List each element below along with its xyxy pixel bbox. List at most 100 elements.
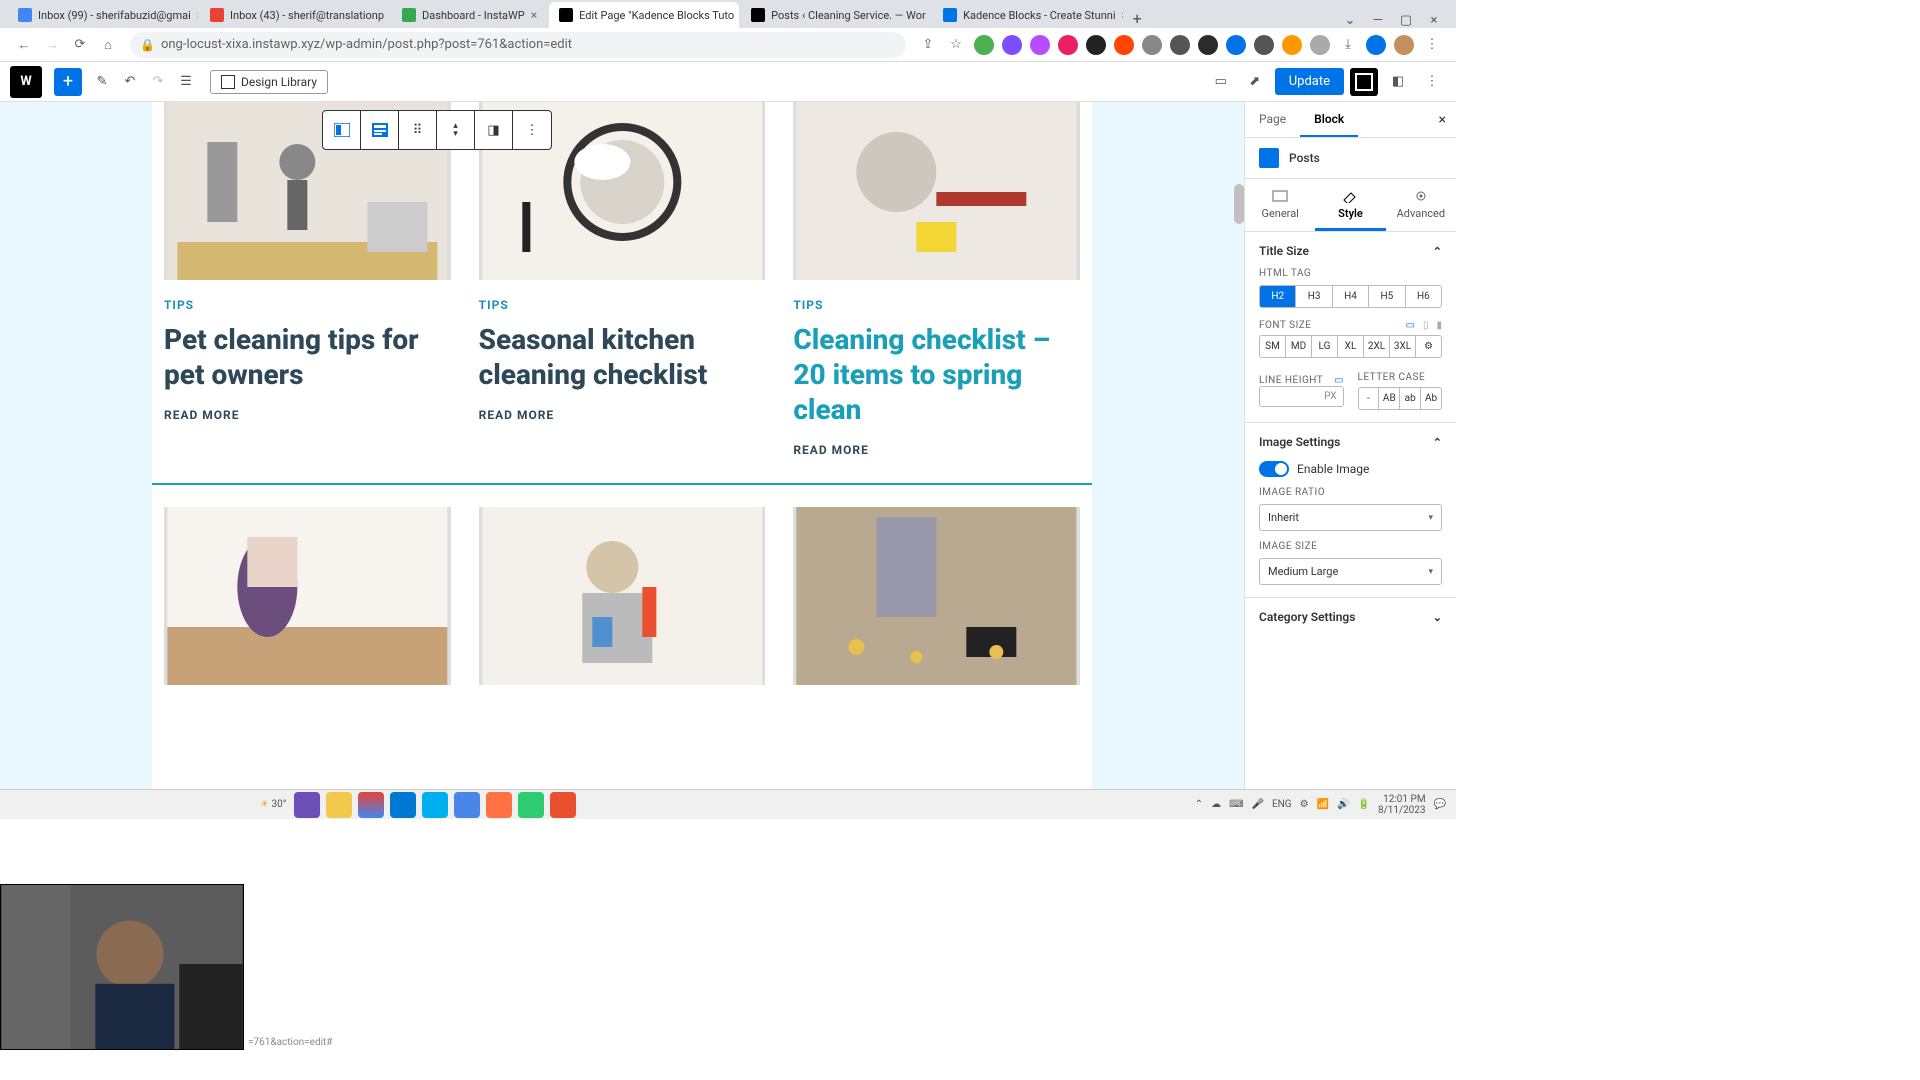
extension-icon[interactable] — [1114, 35, 1134, 55]
kadence-icon[interactable]: ◧ — [1384, 68, 1412, 96]
desktop-icon[interactable]: ▭ — [1334, 375, 1343, 386]
share-icon[interactable]: ⇪ — [918, 35, 938, 55]
read-more-link[interactable]: READ MORE — [479, 408, 766, 422]
extension-icon[interactable] — [1002, 35, 1022, 55]
move-handle-icon[interactable]: ⠿ — [399, 111, 437, 149]
html-tag-option[interactable]: H4 — [1333, 286, 1369, 307]
puzzle-icon[interactable] — [1310, 35, 1330, 55]
download-icon[interactable]: ⤓ — [1338, 35, 1358, 55]
close-icon[interactable]: × — [1122, 8, 1124, 22]
close-sidebar-icon[interactable]: × — [1429, 102, 1456, 137]
language-indicator[interactable]: ENG — [1272, 799, 1292, 810]
kebab-icon[interactable]: ⋮ — [1422, 35, 1442, 55]
extension-icon[interactable] — [1366, 35, 1386, 55]
font-size-option[interactable]: LG — [1312, 336, 1338, 357]
desktop-icon[interactable]: ▭ — [1406, 320, 1415, 331]
app-icon[interactable] — [550, 792, 576, 818]
html-tag-option[interactable]: H6 — [1406, 286, 1441, 307]
wifi-icon[interactable]: 📶 — [1317, 799, 1329, 810]
browser-tab[interactable]: Edit Page "Kadence Blocks Tuto× — [549, 2, 739, 28]
avatar[interactable] — [1394, 35, 1414, 55]
enable-image-toggle[interactable] — [1259, 461, 1289, 477]
read-more-link[interactable]: READ MORE — [164, 408, 451, 422]
add-block-button[interactable]: + — [54, 68, 82, 96]
post-category[interactable]: TIPS — [793, 298, 1080, 312]
letter-case-option[interactable]: AB — [1379, 388, 1400, 409]
post-card[interactable] — [164, 507, 451, 685]
scrollbar-thumb[interactable] — [1234, 184, 1244, 224]
close-window-icon[interactable]: × — [1420, 13, 1448, 28]
post-card[interactable]: TIPS Seasonal kitchen cleaning checklist… — [479, 102, 766, 457]
letter-case-option[interactable]: Ab — [1421, 388, 1441, 409]
weather-widget[interactable]: ☀ 30° — [260, 799, 286, 810]
close-icon[interactable]: × — [197, 8, 198, 22]
tray-icon[interactable]: 🎤 — [1252, 799, 1264, 810]
post-card[interactable]: TIPS Pet cleaning tips for pet owners RE… — [164, 102, 451, 457]
extension-icon[interactable] — [1198, 35, 1218, 55]
move-up-down-icon[interactable]: ▴▾ — [437, 111, 475, 149]
font-size-option[interactable]: MD — [1286, 336, 1312, 357]
extension-icon[interactable] — [974, 35, 994, 55]
custom-size-icon[interactable]: ⚙ — [1416, 336, 1441, 357]
tab-page[interactable]: Page — [1245, 102, 1300, 137]
more-options-icon[interactable]: ⋮ — [513, 111, 551, 149]
post-card[interactable]: TIPS Cleaning checklist – 20 items to sp… — [793, 102, 1080, 457]
tools-icon[interactable]: ✎ — [88, 68, 116, 96]
app-icon[interactable] — [518, 792, 544, 818]
clock[interactable]: 12:01 PM 8/11/2023 — [1378, 794, 1426, 816]
block-type-icon[interactable] — [361, 111, 399, 149]
browser-tab[interactable]: Inbox (99) - sherifabuzid@gmai× — [8, 2, 198, 28]
extension-icon[interactable] — [1086, 35, 1106, 55]
align-icon[interactable]: ◨ — [475, 111, 513, 149]
html-tag-option[interactable]: H2 — [1260, 286, 1296, 307]
back-icon[interactable]: ← — [14, 35, 34, 55]
browser-tab[interactable]: Dashboard - InstaWP× — [392, 2, 547, 28]
line-height-input[interactable]: PX — [1259, 386, 1344, 407]
url-field[interactable]: 🔒 ong-locust-xixa.instawp.xyz/wp-admin/p… — [130, 32, 906, 58]
app-icon[interactable] — [486, 792, 512, 818]
new-tab-button[interactable]: + — [1125, 9, 1149, 28]
preview-icon[interactable]: ⬈ — [1241, 68, 1269, 96]
browser-tab[interactable]: Inbox (43) - sherif@translationp× — [200, 2, 390, 28]
app-icon[interactable] — [390, 792, 416, 818]
post-title[interactable]: Seasonal kitchen cleaning checklist — [479, 322, 766, 392]
font-size-option[interactable]: SM — [1260, 336, 1286, 357]
tray-chevron-icon[interactable]: ⌃ — [1195, 799, 1203, 810]
star-icon[interactable]: ☆ — [946, 35, 966, 55]
tray-icon[interactable]: ☁ — [1211, 799, 1221, 810]
panel-header[interactable]: Image Settings⌃ — [1259, 435, 1442, 449]
font-size-option[interactable]: 2XL — [1364, 336, 1390, 357]
tab-block[interactable]: Block — [1300, 102, 1358, 137]
wordpress-logo[interactable]: W — [10, 66, 42, 98]
subtab-style[interactable]: Style — [1315, 179, 1385, 231]
post-card[interactable] — [479, 507, 766, 685]
subtab-advanced[interactable]: Advanced — [1386, 179, 1456, 231]
html-tag-option[interactable]: H3 — [1296, 286, 1332, 307]
tablet-icon[interactable]: ▯ — [1423, 320, 1429, 331]
extension-icon[interactable] — [1170, 35, 1190, 55]
options-icon[interactable]: ⋮ — [1418, 68, 1446, 96]
post-category[interactable]: TIPS — [164, 298, 451, 312]
settings-sidebar-icon[interactable] — [1350, 68, 1378, 96]
subtab-general[interactable]: General — [1245, 179, 1315, 231]
minimize-icon[interactable]: — — [1364, 13, 1392, 28]
browser-tab[interactable]: Kadence Blocks - Create Stunni× — [933, 2, 1123, 28]
post-title[interactable]: Pet cleaning tips for pet owners — [164, 322, 451, 392]
app-icon[interactable] — [454, 792, 480, 818]
post-title[interactable]: Cleaning checklist – 20 items to spring … — [793, 322, 1080, 427]
font-size-option[interactable]: XL — [1338, 336, 1364, 357]
mobile-icon[interactable]: ▮ — [1436, 320, 1442, 331]
browser-tab[interactable]: Posts ‹ Cleaning Service. — Wor× — [741, 2, 931, 28]
font-size-option[interactable]: 3XL — [1390, 336, 1416, 357]
home-icon[interactable]: ⌂ — [98, 35, 118, 55]
extension-icon[interactable] — [1282, 35, 1302, 55]
redo-icon[interactable]: ↷ — [144, 68, 172, 96]
volume-icon[interactable]: 🔊 — [1337, 799, 1349, 810]
panel-header[interactable]: Title Size⌃ — [1259, 244, 1442, 258]
image-size-select[interactable]: Medium Large▾ — [1259, 558, 1442, 585]
list-view-icon[interactable]: ☰ — [172, 68, 200, 96]
chevron-down-icon[interactable]: ⌄ — [1336, 13, 1364, 28]
letter-case-option[interactable]: - — [1359, 388, 1380, 409]
battery-icon[interactable]: 🔋 — [1358, 799, 1370, 810]
reload-icon[interactable]: ⟳ — [70, 35, 90, 55]
